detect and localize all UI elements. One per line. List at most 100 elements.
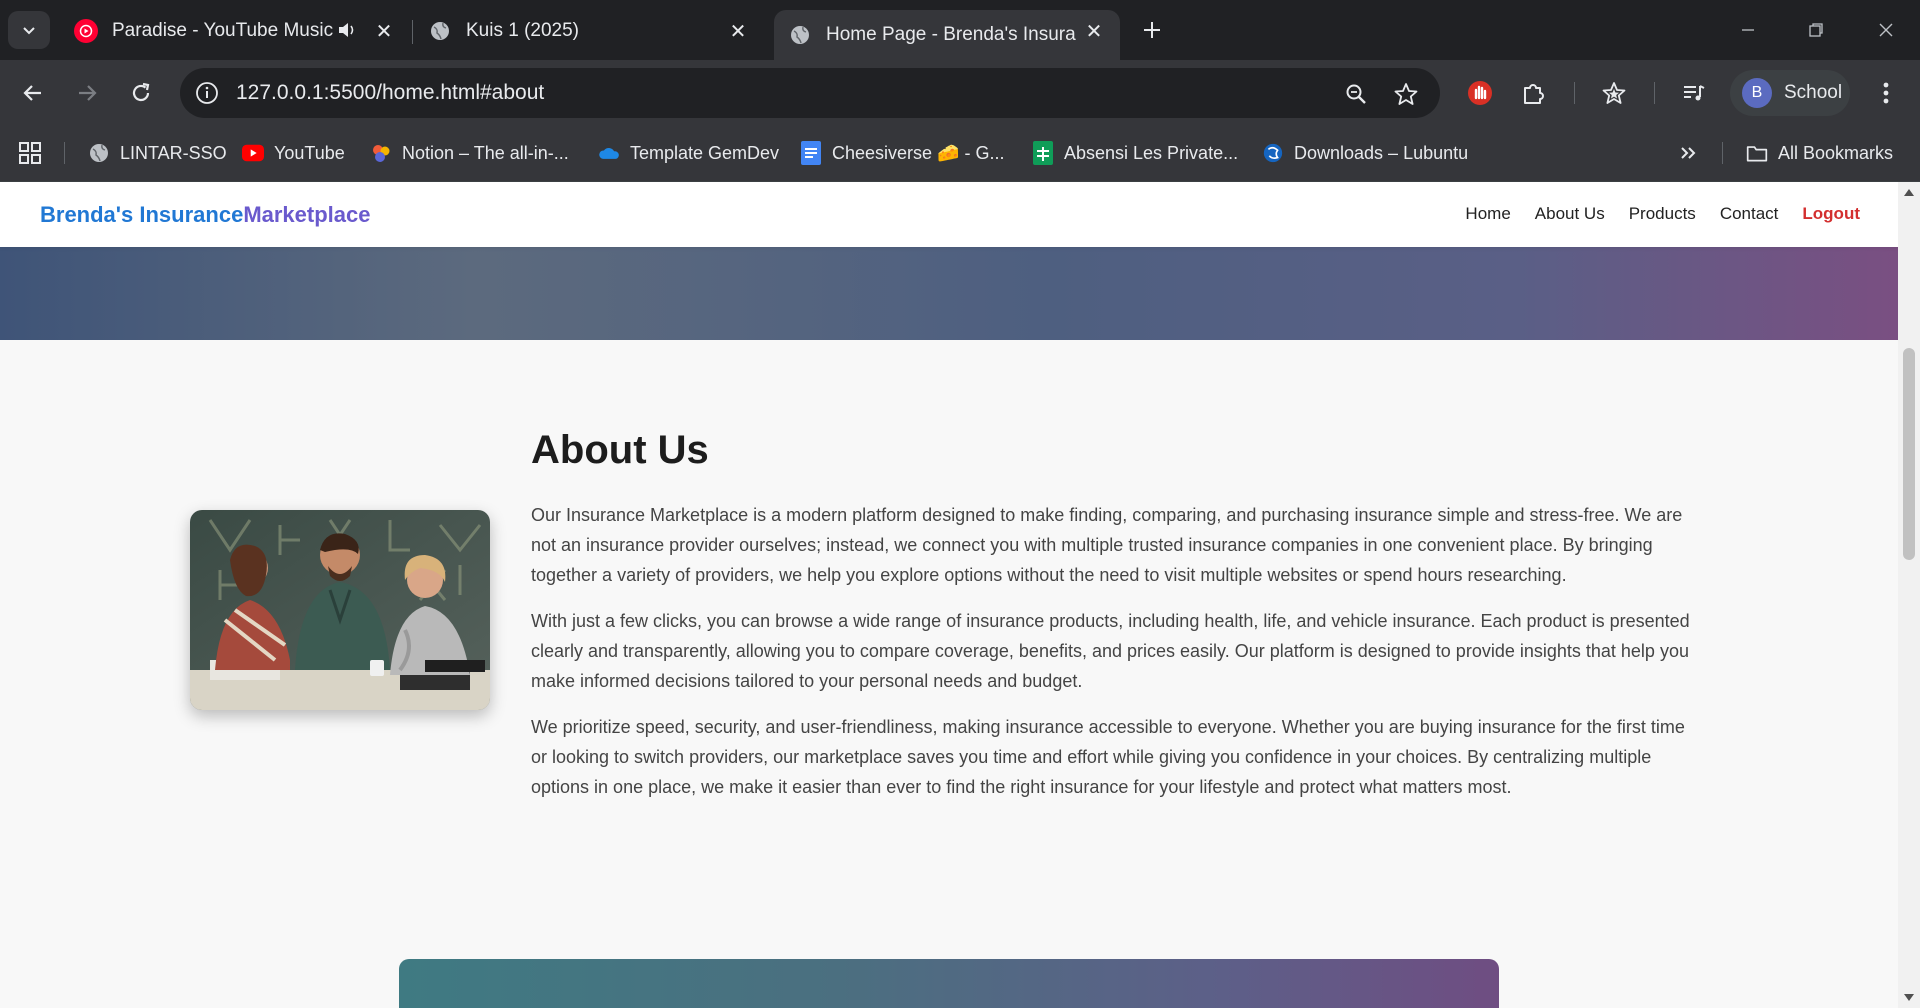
globe-icon [788,23,812,47]
scroll-up-icon[interactable] [1903,186,1915,198]
bookmark-star-icon[interactable] [1392,80,1420,108]
profile-button[interactable]: B School [1730,70,1850,116]
site-info-icon[interactable] [194,80,220,106]
profile-name: School [1784,82,1843,103]
restore-icon [1809,23,1823,37]
minimize-button[interactable] [1730,12,1766,48]
all-bookmarks-button[interactable]: All Bookmarks [1746,138,1893,168]
docs-icon [800,141,822,165]
forward-button[interactable] [70,76,104,110]
address-bar[interactable]: 127.0.0.1:5500/home.html#about [180,68,1440,118]
extensions-puzzle-icon[interactable] [1518,77,1550,109]
youtube-icon [242,142,264,164]
avatar: B [1742,78,1772,108]
bookmark-label: LINTAR-SSO [120,142,227,163]
about-content: Our Insurance Marketplace is a modern pl… [531,500,1693,818]
nav-home-link[interactable]: Home [1465,204,1510,224]
tab-search-button[interactable] [8,11,50,49]
extension-hand-icon[interactable] [1464,77,1496,109]
logout-link[interactable]: Logout [1802,204,1860,224]
globe-icon [88,142,110,164]
bookmark-downloads-lubuntu[interactable]: Downloads – Lubuntu [1262,138,1468,168]
restore-button[interactable] [1798,12,1834,48]
brand-part2: Marketplace [243,202,371,227]
sheets-icon [1032,141,1054,165]
double-chevron-right-icon [1681,147,1696,159]
tab-home-page[interactable]: Home Page - Brenda's Insuranc ✕ [774,10,1120,60]
all-bookmarks-label: All Bookmarks [1778,142,1894,163]
plus-icon [1144,22,1160,38]
youtube-music-icon [74,19,98,43]
bookmarks-divider [1722,142,1723,164]
bookmark-label: Absensi Les Private... [1064,142,1239,163]
bookmark-template-gemdev[interactable]: Template GemDev [598,138,779,168]
bookmark-notion[interactable]: Notion – The all-in-... [370,138,569,168]
tab-youtube-music[interactable]: Paradise - YouTube Music ✕ [60,10,410,52]
bookmark-label: Template GemDev [630,142,780,163]
nav-products-link[interactable]: Products [1629,204,1696,224]
toolbar-divider [1654,82,1655,104]
web-page: Brenda's InsuranceMarketplace Home About… [0,182,1898,1008]
url-text[interactable]: 127.0.0.1:5500/home.html#about [236,81,544,105]
close-icon [1879,23,1893,37]
arrow-left-icon [23,85,41,101]
next-section-banner [399,959,1499,1008]
browser-toolbar: 127.0.0.1:5500/home.html#about B School [0,60,1920,124]
close-icon[interactable]: ✕ [372,19,396,43]
bookmarks-divider [64,142,65,164]
about-team-image [190,510,490,710]
bookmark-youtube[interactable]: YouTube [242,138,345,168]
about-paragraph-1: Our Insurance Marketplace is a modern pl… [531,505,1683,585]
toolbar-divider [1574,82,1575,104]
tab-divider [412,20,413,44]
bookmarks-bar: LINTAR-SSO YouTube Notion – The all-in-.… [0,124,1920,182]
reload-button[interactable] [124,76,158,110]
about-paragraph-2: With just a few clicks, you can browse a… [531,611,1690,691]
close-window-button[interactable] [1868,12,1904,48]
scroll-thumb[interactable] [1903,348,1915,560]
bookmark-lintar-sso[interactable]: LINTAR-SSO [88,138,227,168]
scroll-down-icon[interactable] [1903,992,1915,1004]
new-tab-button[interactable] [1136,14,1168,46]
arrow-right-icon [79,85,97,101]
lubuntu-icon [1262,142,1284,164]
folder-icon [1746,142,1768,164]
onedrive-icon [598,142,620,164]
bookmark-label: Cheesiverse 🧀 - G... [832,142,1005,163]
tab-title: Kuis 1 (2025) [466,20,580,41]
close-icon[interactable]: ✕ [1082,19,1106,43]
tab-kuis[interactable]: Kuis 1 (2025) ✕ [414,10,764,52]
apps-button[interactable] [18,138,42,168]
zoom-icon[interactable] [1342,80,1370,108]
reading-list-star-icon[interactable] [1598,77,1630,109]
nav-about-link[interactable]: About Us [1535,204,1605,224]
tab-strip: Paradise - YouTube Music ✕ Kuis 1 (2025)… [0,0,1920,60]
chevron-down-icon [23,27,35,35]
about-paragraph-3: We prioritize speed, security, and user-… [531,717,1685,797]
site-navbar: Brenda's InsuranceMarketplace Home About… [0,182,1898,247]
globe-icon [428,19,452,43]
site-brand[interactable]: Brenda's InsuranceMarketplace [40,202,371,228]
bookmark-label: YouTube [274,142,345,163]
about-title: About Us [531,428,709,472]
menu-kebab-icon[interactable] [1870,77,1902,109]
reload-icon [132,82,150,102]
back-button[interactable] [16,76,50,110]
tab-title: Paradise - YouTube Music [112,20,334,41]
tab-title: Home Page - Brenda's Insuranc [826,24,1076,45]
hero-banner [0,247,1898,340]
site-nav: Home About Us Products Contact Logout [1441,204,1860,224]
minimize-icon [1742,29,1754,31]
speaker-icon[interactable] [336,19,358,47]
close-icon[interactable]: ✕ [726,19,750,43]
nav-contact-link[interactable]: Contact [1720,204,1779,224]
page-scrollbar[interactable] [1898,182,1920,1008]
bookmark-absensi[interactable]: Absensi Les Private... [1032,138,1238,168]
bookmark-label: Downloads – Lubuntu [1294,142,1469,163]
notion-icon [370,142,392,164]
brand-part1: Brenda's Insurance [40,202,244,227]
bookmark-cheesiverse[interactable]: Cheesiverse 🧀 - G... [800,138,1004,168]
bookmark-label: Notion – The all-in-... [402,142,569,163]
more-bookmarks-button[interactable] [1678,138,1698,168]
media-control-icon[interactable] [1678,77,1710,109]
